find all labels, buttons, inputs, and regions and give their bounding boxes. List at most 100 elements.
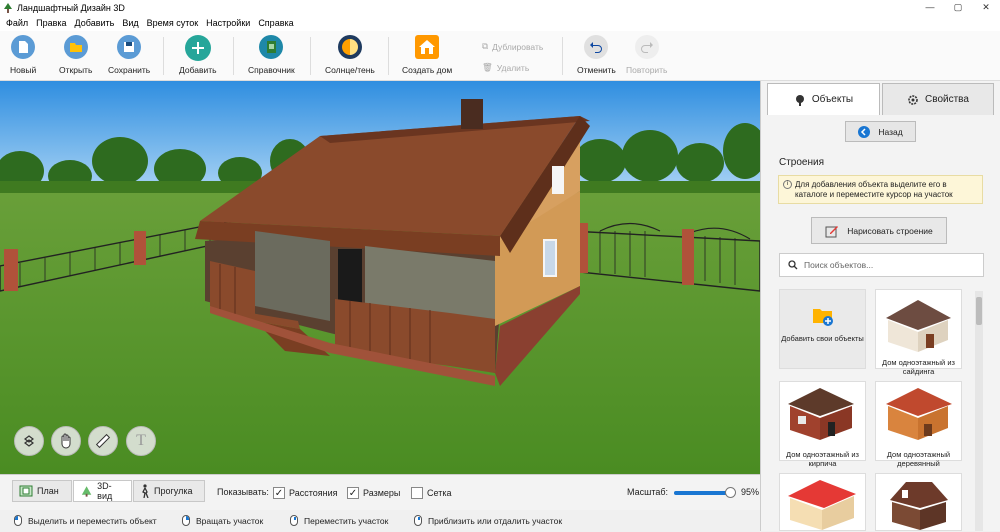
gear-icon	[908, 94, 918, 105]
catalog-item-brick-house[interactable]: Дом одноэтажный из кирпича	[779, 381, 866, 468]
tab-3d-view[interactable]: 3D-вид	[73, 480, 132, 502]
ruler-icon[interactable]	[88, 426, 118, 456]
duplicate-button[interactable]: ⧉ Дублировать	[482, 41, 543, 52]
section-title: Строения	[779, 157, 825, 168]
zoom-slider-handle[interactable]	[725, 487, 736, 498]
delete-button[interactable]: 🗑 Удалить	[482, 62, 529, 73]
add-button[interactable]: Добавить	[179, 35, 217, 79]
catalog-scrollbar[interactable]	[975, 291, 983, 531]
back-button[interactable]: Назад	[845, 121, 916, 142]
zoom-slider[interactable]	[674, 487, 736, 498]
tree-3d-icon	[81, 486, 92, 497]
draw-building-button[interactable]: Нарисовать строение	[811, 217, 947, 244]
objects-panel: Объекты Свойства Назад Строения i Для до…	[760, 81, 1000, 531]
add-label: Добавить	[179, 65, 217, 75]
minimize-button[interactable]: —	[916, 0, 944, 15]
catalog-item-label: Дом одноэтажный из кирпича	[786, 450, 859, 468]
catalog-item-add-own[interactable]: Добавить свои объекты	[779, 289, 866, 369]
status-zoom-text: Приблизить или отдалить участок	[428, 515, 563, 526]
duplicate-label: Дублировать	[492, 41, 544, 52]
status-select-hint: Выделить и переместить объект	[14, 515, 157, 526]
catalog-item-label: Дом одноэтажный деревянный	[886, 450, 951, 468]
menu-time-of-day[interactable]: Время суток	[143, 18, 203, 28]
tab-plan[interactable]: План	[12, 480, 72, 502]
app-logo-icon	[4, 2, 12, 13]
distances-checkbox[interactable]: ✓ Расстояния	[273, 487, 337, 499]
undo-button[interactable]: Отменить	[577, 35, 616, 79]
close-button[interactable]: ✕	[972, 0, 1000, 15]
select-objects-icon[interactable]	[14, 426, 44, 456]
sizes-checkbox[interactable]: ✓ Размеры	[347, 487, 400, 499]
tab-walk-label: Прогулка	[154, 486, 193, 496]
brick-house-image	[788, 388, 854, 440]
catalog-item-label: Добавить свои объекты	[781, 334, 864, 343]
catalog-item-red-roof-house[interactable]	[779, 473, 866, 531]
reference-label: Справочник	[248, 65, 295, 75]
save-button[interactable]: Сохранить	[108, 35, 150, 79]
delete-label: Удалить	[496, 62, 530, 73]
menu-file[interactable]: Файл	[2, 18, 32, 28]
sizes-label: Размеры	[363, 488, 401, 498]
menu-edit[interactable]: Правка	[32, 18, 70, 28]
text-tool-icon[interactable]: T	[126, 426, 156, 456]
new-button[interactable]: Новый	[10, 35, 36, 79]
mouse-wheel-icon	[414, 515, 422, 526]
hand-pan-icon[interactable]	[51, 426, 81, 456]
floppy-icon	[117, 35, 142, 59]
sun-shadow-button[interactable]: Солнце/тень	[325, 35, 375, 79]
hint-box: i Для добавления объекта выделите его в …	[778, 175, 983, 204]
menu-help[interactable]: Справка	[254, 18, 297, 28]
hint-text: Для добавления объекта выделите его в ка…	[795, 180, 953, 199]
catalog-item-label: Дом одноэтажный из сайдинга	[882, 358, 955, 376]
reference-button[interactable]: Справочник	[248, 35, 295, 79]
pencil-draw-icon	[825, 225, 839, 237]
arrow-left-icon	[858, 125, 871, 138]
wooden-house-image	[886, 388, 952, 440]
tab-properties[interactable]: Свойства	[882, 83, 994, 115]
open-button[interactable]: Открыть	[59, 35, 92, 79]
3d-viewport[interactable]	[0, 81, 760, 474]
tree-icon	[795, 94, 804, 106]
toolbar: Новый Открыть Сохранить Добавить Справоч…	[0, 31, 1000, 81]
scrollbar-thumb[interactable]	[976, 297, 982, 325]
sun-shadow-label: Солнце/тень	[325, 65, 375, 75]
house-icon	[415, 35, 440, 59]
menu-settings[interactable]: Настройки	[202, 18, 254, 28]
grid-checkbox[interactable]: Сетка	[411, 487, 451, 499]
catalog-item-siding-house[interactable]: Дом одноэтажный из сайдинга	[875, 289, 962, 376]
toolbar-separator	[163, 37, 164, 75]
status-rotate-hint: Вращать участок	[182, 515, 263, 526]
redo-icon	[634, 35, 659, 59]
menu-add[interactable]: Добавить	[71, 18, 119, 28]
status-move-hint: Переместить участок	[290, 515, 388, 526]
checkbox-checked-icon: ✓	[347, 487, 359, 499]
menu-bar: Файл Правка Добавить Вид Время суток Нас…	[0, 15, 1000, 31]
maximize-button[interactable]: ▢	[944, 0, 972, 15]
tab-objects[interactable]: Объекты	[767, 83, 880, 115]
undo-label: Отменить	[577, 65, 616, 75]
mansard-house-image	[890, 482, 948, 530]
catalog-item-mansard-house[interactable]	[875, 473, 962, 531]
book-icon	[259, 35, 284, 59]
search-field[interactable]: Поиск объектов...	[779, 253, 984, 277]
zoom-slider-fill	[674, 491, 731, 495]
window-title: Ландшафтный Дизайн 3D	[17, 2, 125, 13]
tab-walk[interactable]: Прогулка	[133, 480, 205, 502]
grid-label: Сетка	[427, 488, 452, 498]
menu-view[interactable]: Вид	[118, 18, 142, 28]
info-icon: i	[783, 180, 792, 189]
build-house-button[interactable]: Создать дом	[402, 35, 452, 79]
save-label: Сохранить	[108, 65, 151, 75]
open-label: Открыть	[59, 65, 93, 75]
title-bar: Ландшафтный Дизайн 3D — ▢ ✕	[0, 0, 1000, 15]
redo-button[interactable]: Повторить	[626, 35, 668, 79]
map-icon	[19, 485, 33, 497]
trash-icon: 🗑	[482, 62, 493, 72]
redo-label: Повторить	[626, 65, 668, 75]
tab-objects-label: Объекты	[811, 94, 854, 105]
undo-icon	[584, 35, 609, 59]
zoom-value: 95%	[741, 487, 760, 497]
siding-house-image	[886, 300, 951, 352]
catalog-item-wooden-house[interactable]: Дом одноэтажный деревянный	[875, 381, 962, 468]
tab-3d-view-label: 3D-вид	[97, 481, 113, 501]
